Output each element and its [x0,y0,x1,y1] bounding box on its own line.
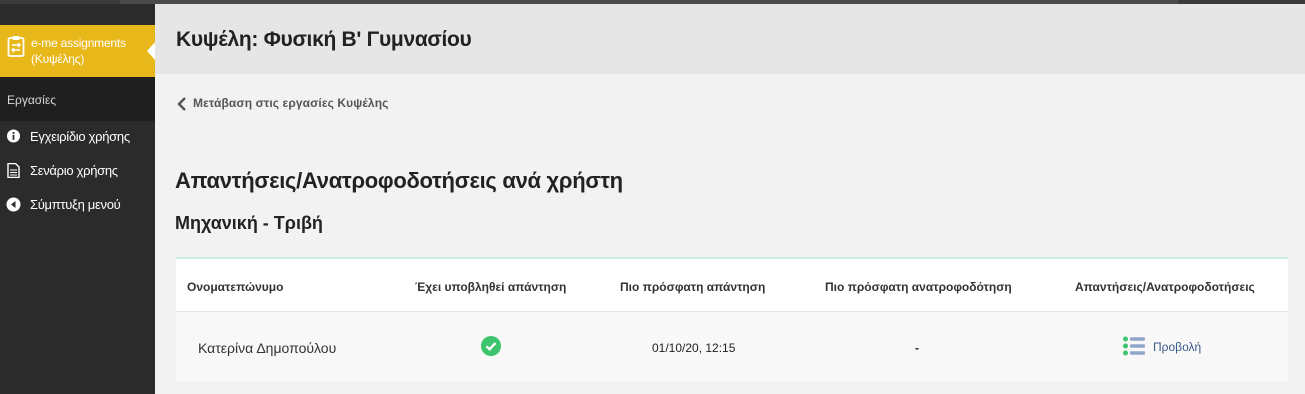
info-pin-icon [7,129,20,143]
back-link-label: Μετάβαση στις εργασίες Κυψέλης [193,96,389,110]
column-header-latest-feedback: Πιο πρόσφατη ανατροφοδότηση [825,280,1012,294]
app-brand[interactable]: e-me assignments (Κυψέλης) [0,25,156,77]
page-header: Κυψέλη: Φυσική Β' Γυμνασίου [155,4,1305,74]
sidebar-item-manual[interactable]: Εγχειρίδιο χρήσης [0,122,155,152]
course-title: Κυψέλη: Φυσική Β' Γυμνασίου [176,28,472,51]
latest-feedback-value: - [915,341,919,355]
sidebar-section-title: Εργασίες [0,77,155,121]
responses-table: Ονοματεπώνυμο Έχει υποβληθεί απάντηση Πι… [176,257,1288,382]
chevron-left-icon [177,97,186,111]
collapse-left-icon [6,197,21,212]
document-icon [7,163,20,178]
latest-answer-date: 01/10/20, 12:15 [652,341,736,355]
app-brand-label: e-me assignments (Κυψέλης) [31,36,126,66]
column-header-responses: Απαντήσεις/Ανατροφοδοτήσεις [1075,280,1255,294]
column-header-name: Ονοματεπώνυμο [187,280,284,294]
sidebar: e-me assignments (Κυψέλης) Εργασίες Εγχε… [0,4,156,394]
column-header-latest-answer: Πιο πρόσφατη απάντηση [620,280,766,294]
sidebar-item-collapse[interactable]: Σύμπτυξη μενού [0,190,155,220]
check-circle-icon [481,336,501,356]
view-responses-label: Προβολή [1153,340,1202,354]
table-row: Κατερίνα Δημοπούλου 01/10/20, 12:15 - Πρ… [176,311,1288,382]
student-name: Κατερίνα Δημοπούλου [198,340,337,356]
sidebar-item-scenario[interactable]: Σενάριο χρήσης [0,156,155,186]
page-title: Απαντήσεις/Ανατροφοδοτήσεις ανά χρήστη [175,168,623,193]
list-icon [1123,336,1145,356]
sidebar-item-label: Σύμπτυξη μενού [30,197,121,212]
main-content: Μετάβαση στις εργασίες Κυψέλης Απαντήσει… [155,74,1305,394]
clipboard-icon [7,36,25,57]
assignment-title: Μηχανική - Τριβή [175,213,323,233]
sidebar-item-label: Εγχειρίδιο χρήσης [30,129,130,144]
column-header-submitted: Έχει υποβληθεί απάντηση [415,280,567,294]
sidebar-item-label: Σενάριο χρήσης [30,163,118,178]
sidebar-section-label: Εργασίες [7,93,56,107]
